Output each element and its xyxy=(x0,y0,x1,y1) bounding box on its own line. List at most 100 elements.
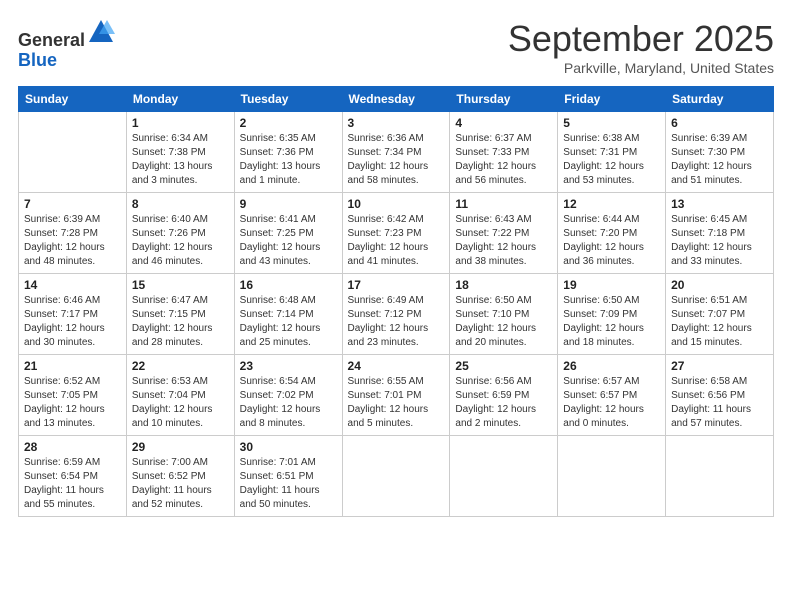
calendar-cell: 2 Sunrise: 6:35 AM Sunset: 7:36 PM Daylig… xyxy=(234,112,342,193)
day-number: 27 xyxy=(671,359,768,373)
day-number: 13 xyxy=(671,197,768,211)
header: General Blue September 2025 Parkville, M… xyxy=(18,18,774,76)
day-info: Sunrise: 6:41 AM Sunset: 7:25 PM Dayligh… xyxy=(240,213,337,269)
calendar-table: Sunday Monday Tuesday Wednesday Thursday… xyxy=(18,86,774,517)
month-title: September 2025 xyxy=(508,18,774,60)
calendar-week-2: 14 Sunrise: 6:46 AM Sunset: 7:17 PM Dayli… xyxy=(19,274,774,355)
calendar-header-row: Sunday Monday Tuesday Wednesday Thursday… xyxy=(19,87,774,112)
day-info: Sunrise: 6:37 AM Sunset: 7:33 PM Dayligh… xyxy=(455,132,552,188)
day-number: 16 xyxy=(240,278,337,292)
day-number: 8 xyxy=(132,197,229,211)
day-info: Sunrise: 6:48 AM Sunset: 7:14 PM Dayligh… xyxy=(240,294,337,350)
calendar-cell: 18 Sunrise: 6:50 AM Sunset: 7:10 PM Dayli… xyxy=(450,274,558,355)
day-info: Sunrise: 6:39 AM Sunset: 7:30 PM Dayligh… xyxy=(671,132,768,188)
day-number: 5 xyxy=(563,116,660,130)
day-number: 11 xyxy=(455,197,552,211)
day-number: 24 xyxy=(348,359,445,373)
day-number: 25 xyxy=(455,359,552,373)
col-monday: Monday xyxy=(126,87,234,112)
calendar-cell: 3 Sunrise: 6:36 AM Sunset: 7:34 PM Daylig… xyxy=(342,112,450,193)
calendar-cell: 15 Sunrise: 6:47 AM Sunset: 7:15 PM Dayli… xyxy=(126,274,234,355)
day-number: 15 xyxy=(132,278,229,292)
day-info: Sunrise: 6:42 AM Sunset: 7:23 PM Dayligh… xyxy=(348,213,445,269)
day-number: 26 xyxy=(563,359,660,373)
calendar-cell: 13 Sunrise: 6:45 AM Sunset: 7:18 PM Dayli… xyxy=(666,193,774,274)
calendar-cell: 16 Sunrise: 6:48 AM Sunset: 7:14 PM Dayli… xyxy=(234,274,342,355)
calendar-cell: 30 Sunrise: 7:01 AM Sunset: 6:51 PM Dayli… xyxy=(234,436,342,517)
col-thursday: Thursday xyxy=(450,87,558,112)
day-info: Sunrise: 6:38 AM Sunset: 7:31 PM Dayligh… xyxy=(563,132,660,188)
day-number: 14 xyxy=(24,278,121,292)
day-info: Sunrise: 6:58 AM Sunset: 6:56 PM Dayligh… xyxy=(671,375,768,431)
page: General Blue September 2025 Parkville, M… xyxy=(0,0,792,612)
day-info: Sunrise: 6:59 AM Sunset: 6:54 PM Dayligh… xyxy=(24,456,121,512)
day-number: 21 xyxy=(24,359,121,373)
calendar-cell xyxy=(666,436,774,517)
day-number: 22 xyxy=(132,359,229,373)
day-info: Sunrise: 6:54 AM Sunset: 7:02 PM Dayligh… xyxy=(240,375,337,431)
day-number: 28 xyxy=(24,440,121,454)
day-info: Sunrise: 6:56 AM Sunset: 6:59 PM Dayligh… xyxy=(455,375,552,431)
day-number: 17 xyxy=(348,278,445,292)
day-number: 20 xyxy=(671,278,768,292)
calendar-cell: 9 Sunrise: 6:41 AM Sunset: 7:25 PM Daylig… xyxy=(234,193,342,274)
calendar-cell: 7Sunrise: 6:39 AM Sunset: 7:28 PM Daylig… xyxy=(19,193,127,274)
logo-general-text: General xyxy=(18,30,85,50)
day-info: Sunrise: 6:57 AM Sunset: 6:57 PM Dayligh… xyxy=(563,375,660,431)
day-number: 3 xyxy=(348,116,445,130)
day-info: Sunrise: 6:35 AM Sunset: 7:36 PM Dayligh… xyxy=(240,132,337,188)
logo-blue-text: Blue xyxy=(18,50,57,70)
col-tuesday: Tuesday xyxy=(234,87,342,112)
day-number: 1 xyxy=(132,116,229,130)
day-info: Sunrise: 7:00 AM Sunset: 6:52 PM Dayligh… xyxy=(132,456,229,512)
calendar-week-4: 28 Sunrise: 6:59 AM Sunset: 6:54 PM Dayli… xyxy=(19,436,774,517)
day-info: Sunrise: 6:50 AM Sunset: 7:10 PM Dayligh… xyxy=(455,294,552,350)
calendar-cell: 21 Sunrise: 6:52 AM Sunset: 7:05 PM Dayli… xyxy=(19,355,127,436)
day-info: Sunrise: 6:46 AM Sunset: 7:17 PM Dayligh… xyxy=(24,294,121,350)
calendar-cell: 5 Sunrise: 6:38 AM Sunset: 7:31 PM Daylig… xyxy=(558,112,666,193)
day-number: 18 xyxy=(455,278,552,292)
col-friday: Friday xyxy=(558,87,666,112)
day-number: 19 xyxy=(563,278,660,292)
day-info: Sunrise: 6:44 AM Sunset: 7:20 PM Dayligh… xyxy=(563,213,660,269)
calendar-cell xyxy=(342,436,450,517)
day-info: Sunrise: 6:40 AM Sunset: 7:26 PM Dayligh… xyxy=(132,213,229,269)
day-info: Sunrise: 6:45 AM Sunset: 7:18 PM Dayligh… xyxy=(671,213,768,269)
title-block: September 2025 Parkville, Maryland, Unit… xyxy=(508,18,774,76)
location: Parkville, Maryland, United States xyxy=(508,60,774,76)
day-number: 9 xyxy=(240,197,337,211)
calendar-cell: 17Sunrise: 6:49 AM Sunset: 7:12 PM Dayli… xyxy=(342,274,450,355)
day-number: 2 xyxy=(240,116,337,130)
day-info: Sunrise: 6:55 AM Sunset: 7:01 PM Dayligh… xyxy=(348,375,445,431)
day-info: Sunrise: 6:36 AM Sunset: 7:34 PM Dayligh… xyxy=(348,132,445,188)
day-info: Sunrise: 6:50 AM Sunset: 7:09 PM Dayligh… xyxy=(563,294,660,350)
calendar-cell: 1 Sunrise: 6:34 AM Sunset: 7:38 PM Daylig… xyxy=(126,112,234,193)
calendar-cell: 19 Sunrise: 6:50 AM Sunset: 7:09 PM Dayli… xyxy=(558,274,666,355)
day-info: Sunrise: 6:34 AM Sunset: 7:38 PM Dayligh… xyxy=(132,132,229,188)
day-info: Sunrise: 6:52 AM Sunset: 7:05 PM Dayligh… xyxy=(24,375,121,431)
col-wednesday: Wednesday xyxy=(342,87,450,112)
day-number: 7 xyxy=(24,197,121,211)
calendar-cell: 23Sunrise: 6:54 AM Sunset: 7:02 PM Dayli… xyxy=(234,355,342,436)
calendar-cell: 8 Sunrise: 6:40 AM Sunset: 7:26 PM Daylig… xyxy=(126,193,234,274)
calendar-cell: 10 Sunrise: 6:42 AM Sunset: 7:23 PM Dayli… xyxy=(342,193,450,274)
day-info: Sunrise: 7:01 AM Sunset: 6:51 PM Dayligh… xyxy=(240,456,337,512)
calendar-cell: 12 Sunrise: 6:44 AM Sunset: 7:20 PM Dayli… xyxy=(558,193,666,274)
day-number: 6 xyxy=(671,116,768,130)
col-saturday: Saturday xyxy=(666,87,774,112)
day-info: Sunrise: 6:47 AM Sunset: 7:15 PM Dayligh… xyxy=(132,294,229,350)
day-info: Sunrise: 6:53 AM Sunset: 7:04 PM Dayligh… xyxy=(132,375,229,431)
day-number: 12 xyxy=(563,197,660,211)
calendar-cell: 26 Sunrise: 6:57 AM Sunset: 6:57 PM Dayli… xyxy=(558,355,666,436)
calendar-cell: 14 Sunrise: 6:46 AM Sunset: 7:17 PM Dayli… xyxy=(19,274,127,355)
calendar-cell: 20Sunrise: 6:51 AM Sunset: 7:07 PM Dayli… xyxy=(666,274,774,355)
day-number: 10 xyxy=(348,197,445,211)
calendar-week-3: 21 Sunrise: 6:52 AM Sunset: 7:05 PM Dayli… xyxy=(19,355,774,436)
logo-icon xyxy=(87,18,115,46)
calendar-cell xyxy=(19,112,127,193)
logo: General Blue xyxy=(18,18,115,71)
calendar-cell: 4Sunrise: 6:37 AM Sunset: 7:33 PM Daylig… xyxy=(450,112,558,193)
day-number: 29 xyxy=(132,440,229,454)
day-number: 30 xyxy=(240,440,337,454)
day-info: Sunrise: 6:43 AM Sunset: 7:22 PM Dayligh… xyxy=(455,213,552,269)
